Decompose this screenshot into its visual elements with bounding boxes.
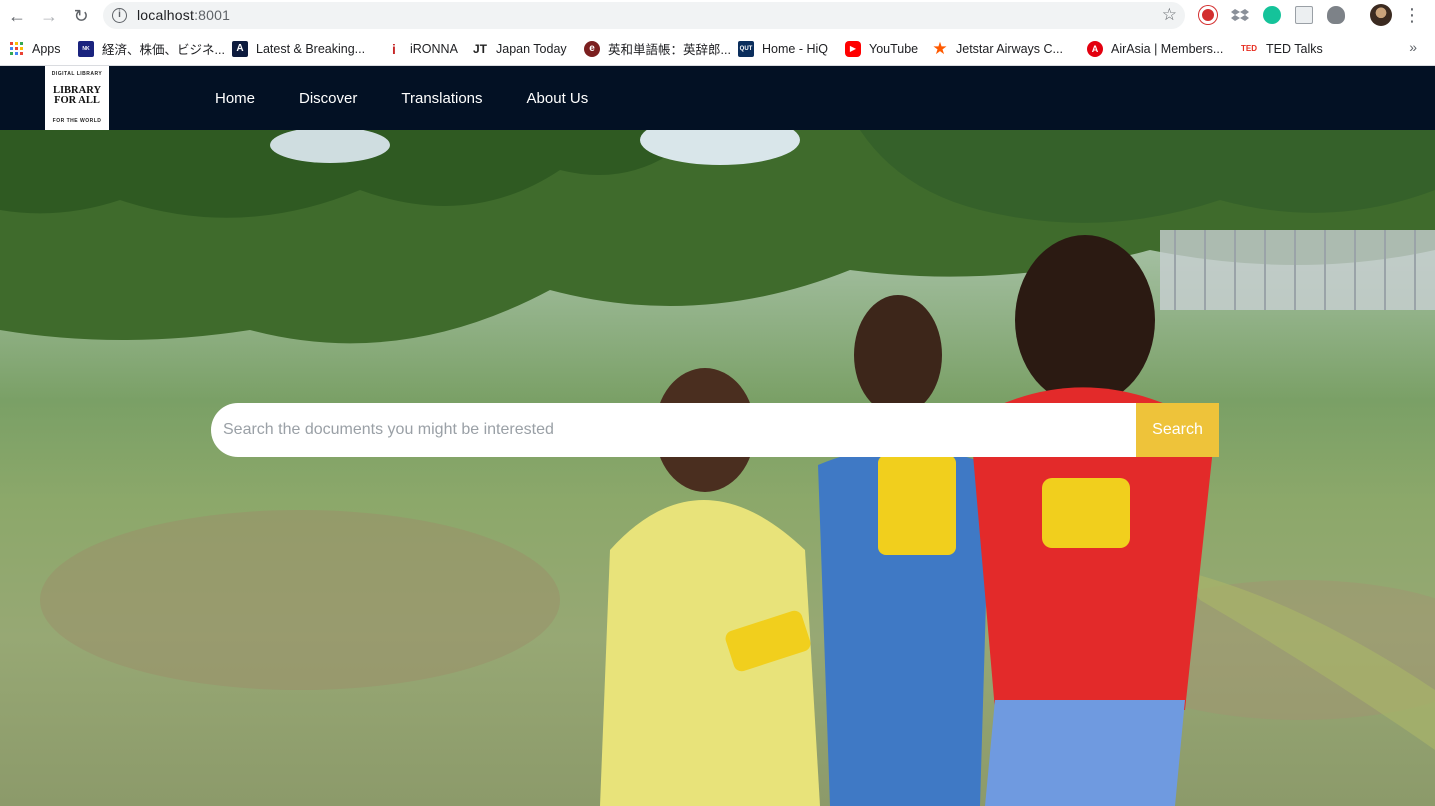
url-host: localhost: [137, 7, 195, 23]
airasia-icon: A: [1087, 40, 1103, 57]
bookmark-label: Latest & Breaking...: [256, 41, 366, 56]
nav-home-link[interactable]: Home: [215, 90, 255, 107]
bookmark-ironna[interactable]: i iRONNA: [386, 37, 458, 60]
bookmark-airasia[interactable]: A AirAsia | Members...: [1087, 37, 1223, 60]
profile-avatar[interactable]: [1370, 4, 1392, 26]
bookmark-label: Japan Today: [496, 41, 567, 56]
search-button[interactable]: Search: [1136, 403, 1219, 457]
main-nav: Home Discover Translations About Us: [215, 66, 632, 130]
bookmark-apps[interactable]: Apps: [10, 37, 61, 60]
bookmarks-bar: Apps NK 経済、株価、ビジネ... A Latest & Breaking…: [0, 37, 1435, 60]
browser-menu-icon[interactable]: ⋮: [1403, 5, 1421, 25]
japan-today-icon: JT: [472, 41, 487, 56]
nikkei-icon: NK: [78, 40, 94, 57]
bookmark-star-icon[interactable]: ☆: [1162, 5, 1177, 25]
nav-discover-link[interactable]: Discover: [299, 90, 357, 107]
dropbox-extension-icon[interactable]: [1231, 6, 1249, 24]
browser-toolbar: ← → ↻ i localhost:8001 ☆ ⋮: [0, 0, 1435, 32]
site-navbar: DIGITAL LIBRARY LIBRARY FOR ALL FOR THE …: [0, 66, 1435, 130]
hero-photo: [0, 130, 1435, 806]
bookmark-label: TED Talks: [1266, 41, 1323, 56]
nav-translations-link[interactable]: Translations: [401, 90, 482, 107]
logo-bottom-text: FOR THE WORLD: [52, 118, 102, 124]
jetstar-star-icon: ★: [932, 38, 948, 58]
bookmark-ted[interactable]: TED TED Talks: [1240, 37, 1323, 60]
search-input[interactable]: [211, 403, 1137, 457]
bookmark-label: Apps: [32, 41, 61, 56]
library-for-all-logo[interactable]: DIGITAL LIBRARY LIBRARY FOR ALL FOR THE …: [45, 66, 109, 130]
browser-chrome: ← → ↻ i localhost:8001 ☆ ⋮ Apps NK 経済、株価…: [0, 0, 1435, 66]
hero-banner: Search: [0, 130, 1435, 806]
bookmark-label: 英和単語帳：英辞郎...: [608, 43, 731, 57]
bookmark-label: 経済、株価、ビジネ...: [102, 43, 225, 57]
grammarly-extension-icon[interactable]: [1263, 6, 1281, 24]
bookmark-label: Home - HiQ: [762, 41, 828, 56]
bookmark-label: iRONNA: [410, 41, 458, 56]
bookmarks-overflow-icon[interactable]: »: [1409, 39, 1417, 55]
site-info-icon[interactable]: i: [112, 8, 127, 23]
address-bar[interactable]: i localhost:8001 ☆: [103, 2, 1185, 29]
youtube-icon: ▶: [845, 40, 861, 57]
forward-arrow-icon[interactable]: →: [38, 5, 60, 27]
bookmark-label: AirAsia | Members...: [1111, 41, 1224, 56]
bookmark-nikkei[interactable]: NK 経済、株価、ビジネ...: [78, 37, 225, 60]
eijiro-icon: e: [584, 40, 600, 57]
apps-grid-icon: [10, 42, 23, 55]
privacy-extension-icon[interactable]: [1327, 6, 1345, 24]
nav-about-link[interactable]: About Us: [527, 90, 589, 107]
ironna-icon: i: [392, 40, 396, 57]
back-arrow-icon[interactable]: ←: [6, 5, 28, 27]
bookmark-jetstar[interactable]: ★ Jetstar Airways C...: [932, 37, 1063, 60]
ted-icon: TED: [1241, 43, 1257, 53]
atlantic-icon: A: [232, 40, 248, 57]
bookmark-label: YouTube: [869, 41, 919, 56]
bookmark-label: Jetstar Airways C...: [956, 41, 1063, 56]
bookmark-atlantic[interactable]: A Latest & Breaking...: [232, 37, 365, 60]
url-port: :8001: [194, 7, 231, 23]
logo-top-text: DIGITAL LIBRARY: [51, 71, 103, 77]
bookmark-hiq[interactable]: QUT Home - HiQ: [738, 37, 828, 60]
search-form: Search: [211, 403, 1219, 457]
logo-main-text: LIBRARY FOR ALL: [45, 85, 109, 106]
bookmark-eijiro[interactable]: e 英和単語帳：英辞郎...: [584, 37, 731, 60]
lastpass-extension-icon[interactable]: [1199, 6, 1217, 24]
bookmark-japan-today[interactable]: JT Japan Today: [472, 37, 567, 60]
document-extension-icon[interactable]: [1295, 6, 1313, 24]
reload-icon[interactable]: ↻: [70, 5, 92, 27]
logo-line-2: FOR ALL: [54, 95, 100, 106]
address-bar-url: localhost:8001: [137, 7, 230, 23]
bookmark-youtube[interactable]: ▶ YouTube: [845, 37, 918, 60]
qut-icon: QUT: [738, 40, 754, 57]
